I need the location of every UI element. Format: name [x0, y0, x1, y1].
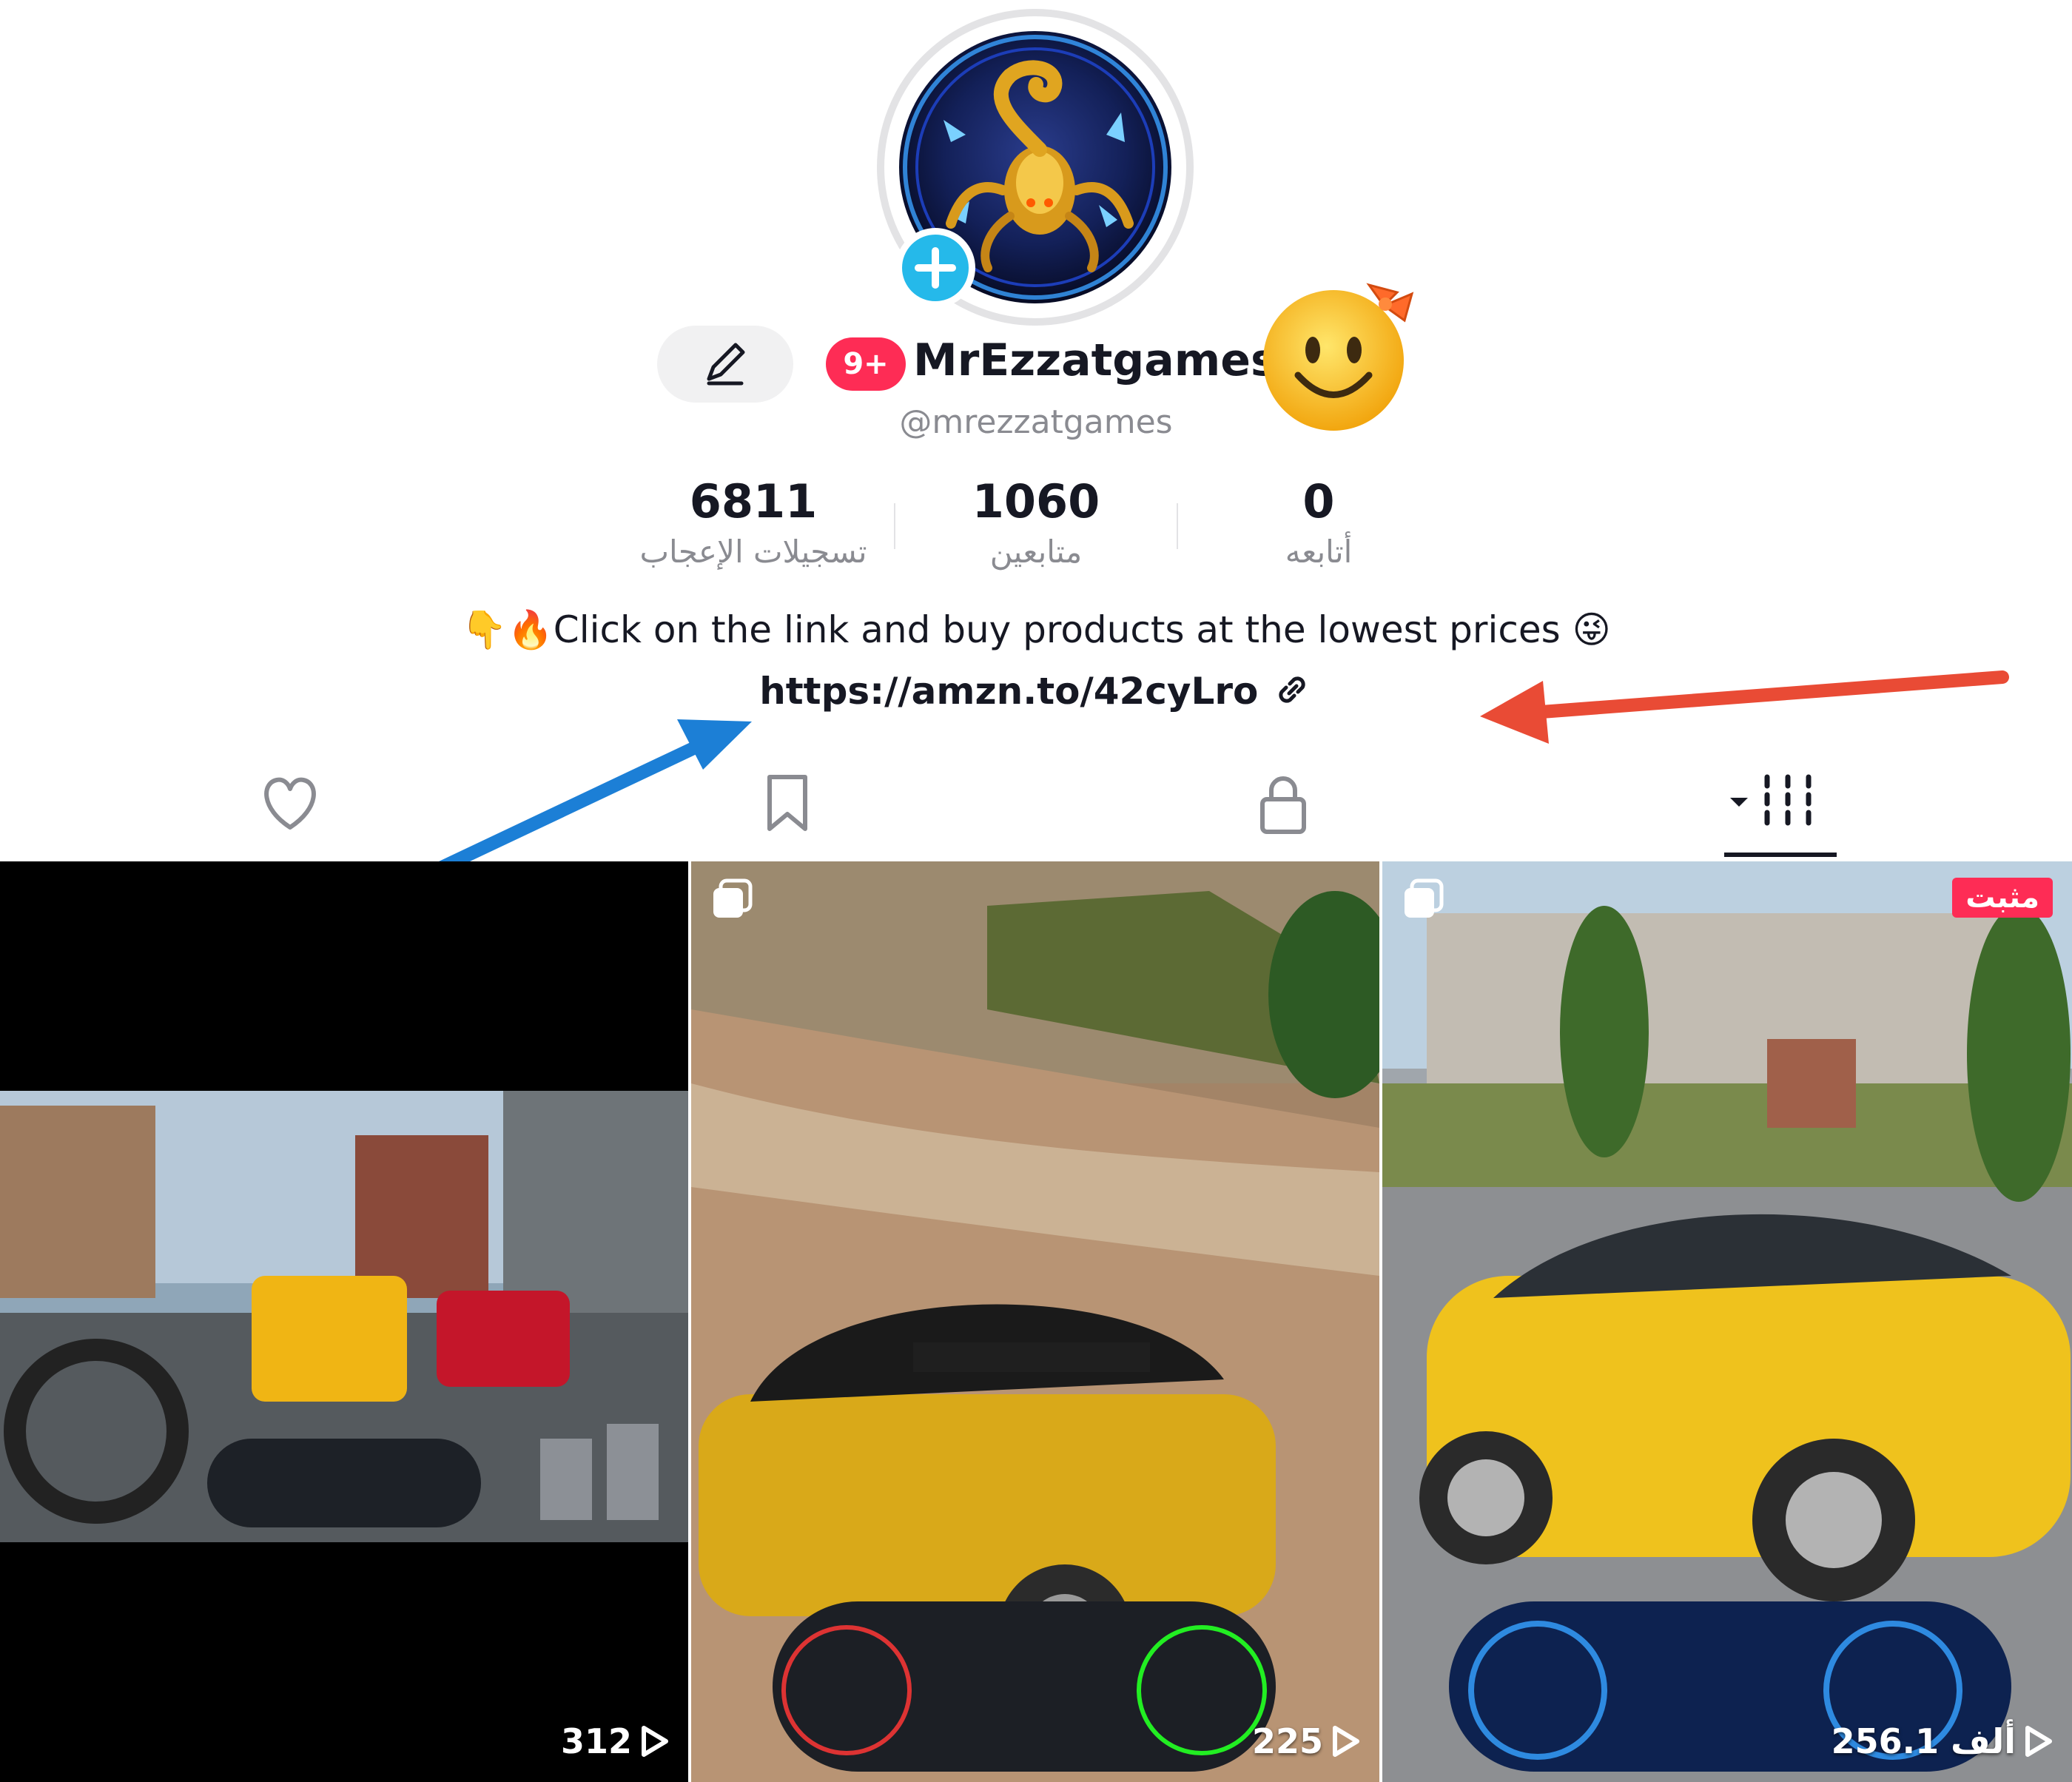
- pinned-badge: مثبت: [1952, 878, 2053, 918]
- play-icon: [642, 1726, 668, 1757]
- view-count: 256.1 ألف: [1832, 1721, 2053, 1761]
- view-count: 312: [561, 1721, 669, 1761]
- video-preview-image: [691, 861, 1379, 1782]
- multi-clip-icon: [1402, 878, 1446, 922]
- video-preview-image: [1382, 861, 2072, 1782]
- tab-liked[interactable]: [246, 770, 334, 836]
- play-icon: [1333, 1726, 1359, 1757]
- red-arrow: [1480, 670, 2009, 744]
- view-count-value: 312: [560, 1721, 632, 1761]
- heart-icon: [264, 777, 316, 830]
- video-thumbnail[interactable]: 312: [0, 861, 688, 1782]
- tab-active-indicator: [1724, 853, 1837, 857]
- play-icon: [2025, 1726, 2052, 1757]
- tab-saved[interactable]: [743, 770, 832, 836]
- view-count-value: 225: [1251, 1721, 1323, 1761]
- tab-private[interactable]: [1239, 770, 1328, 836]
- tab-videos[interactable]: [1729, 770, 1817, 836]
- multi-clip-icon: [710, 878, 755, 922]
- view-count-value: 256.1 ألف: [1831, 1721, 2016, 1761]
- video-preview-image: [0, 1091, 688, 1542]
- view-count: 225: [1252, 1721, 1360, 1761]
- video-thumbnail[interactable]: 225: [691, 861, 1379, 1782]
- bookmark-icon: [767, 775, 807, 831]
- video-thumbnail[interactable]: مثبت 256.1 ألف: [1382, 861, 2072, 1782]
- videos-grid-icon: [1730, 774, 1812, 826]
- lock-icon: [1260, 776, 1306, 834]
